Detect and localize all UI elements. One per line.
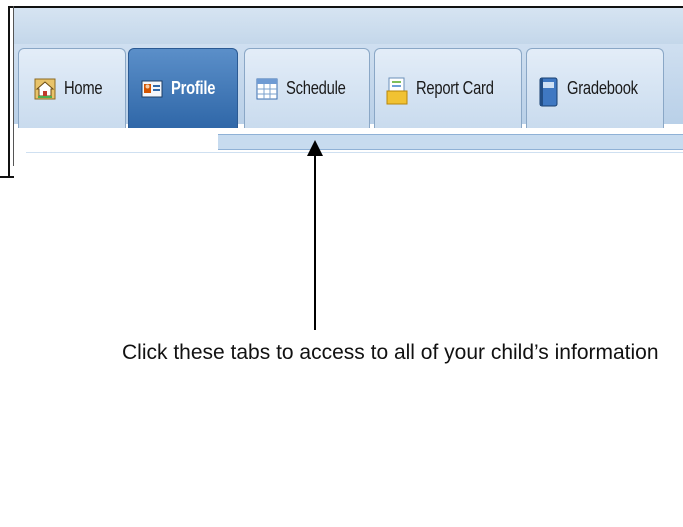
tab-gradebook[interactable]: Gradebook xyxy=(526,48,664,128)
calendar-grid-icon xyxy=(256,77,278,101)
crop-border-inner xyxy=(13,6,14,166)
header-band xyxy=(14,8,683,44)
tab-profile-label: Profile xyxy=(171,78,216,98)
id-card-icon xyxy=(141,77,163,101)
tab-profile[interactable]: Profile xyxy=(128,48,238,128)
report-document-icon xyxy=(386,77,408,104)
tab-home[interactable]: Home xyxy=(18,48,126,128)
arrow-line xyxy=(314,152,316,330)
gradebook-binder-icon xyxy=(537,77,559,106)
tab-home-label: Home xyxy=(63,78,103,98)
tab-report-card[interactable]: Report Card xyxy=(374,48,522,128)
tab-gradebook-label: Gradebook xyxy=(566,78,638,98)
crop-border-bottom-tick xyxy=(0,176,14,178)
tab-report-card-label: Report Card xyxy=(415,78,494,98)
house-icon xyxy=(34,77,56,101)
toolbar-strip xyxy=(218,134,683,150)
crop-border-left xyxy=(8,6,10,178)
screenshot-crop: Home Profile Schedule Report Card Gradeb… xyxy=(8,6,683,178)
caption-text: Click these tabs to access to all of you… xyxy=(122,341,659,364)
tab-schedule[interactable]: Schedule xyxy=(244,48,370,128)
crop-border-top xyxy=(8,6,683,8)
content-area xyxy=(26,152,683,178)
tab-schedule-label: Schedule xyxy=(285,78,346,98)
